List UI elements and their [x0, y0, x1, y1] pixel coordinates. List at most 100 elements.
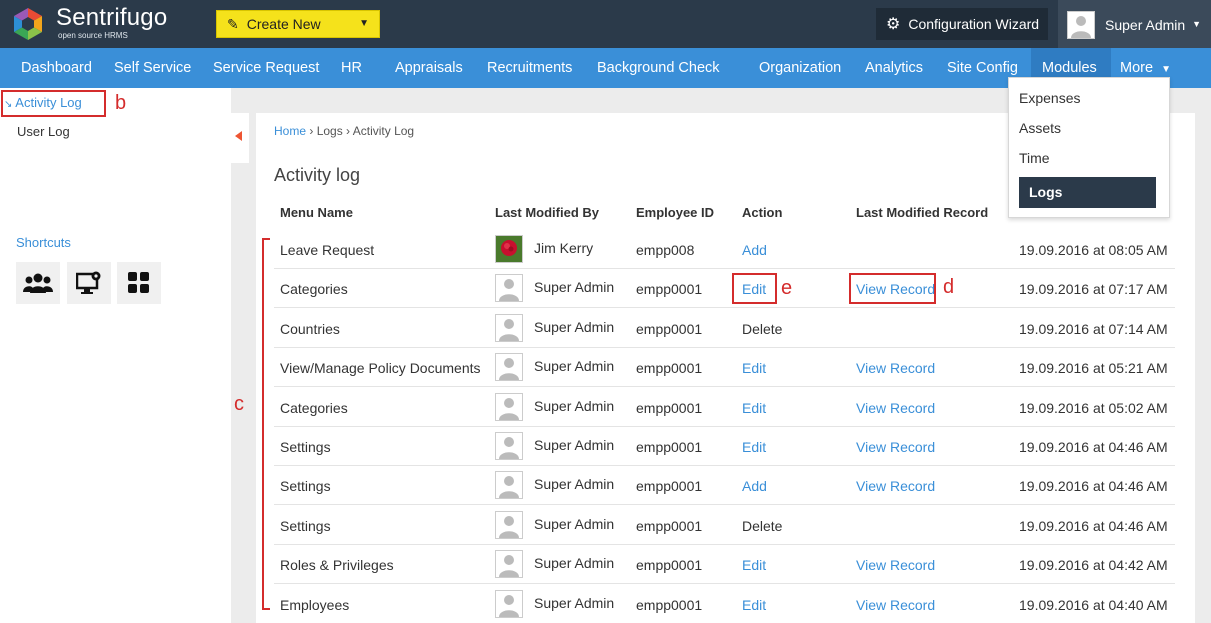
nav-appraisals[interactable]: Appraisals: [395, 48, 463, 88]
configuration-wizard-button[interactable]: ⚙ Configuration Wizard: [876, 8, 1048, 40]
breadcrumb-home[interactable]: Home: [274, 124, 306, 138]
column-header-employee-id[interactable]: Employee ID: [636, 205, 714, 220]
table-row: Settings Super Admin empp0001 Add View Recor…: [274, 466, 1175, 506]
user-avatar: [495, 471, 523, 500]
user-silhouette-icon: [496, 393, 522, 420]
view-record-link[interactable]: View Record: [856, 557, 935, 573]
user-avatar: [495, 432, 523, 460]
view-record-link[interactable]: View Record: [856, 400, 935, 416]
menu-item-expenses[interactable]: Expenses: [1019, 90, 1080, 106]
user-silhouette-icon: [496, 511, 522, 538]
breadcrumb-separator: ›: [342, 124, 353, 138]
cell-employee-id: empp008: [636, 242, 695, 258]
table-row: View/Manage Policy Documents Super Admin e…: [274, 348, 1175, 388]
nav-self-service[interactable]: Self Service: [114, 48, 191, 88]
user-avatar: [495, 510, 523, 539]
table-row: Countries Super Admin empp0001 Delete 19.09.…: [274, 309, 1175, 348]
cell-last-modified-by: Jim Kerry: [534, 240, 594, 256]
nav-organization[interactable]: Organization: [759, 48, 841, 88]
cell-action[interactable]: Add: [742, 242, 767, 258]
menu-item-assets[interactable]: Assets: [1019, 120, 1061, 136]
users-group-icon: [23, 273, 53, 293]
create-new-button[interactable]: ✎ Create New ▼: [216, 10, 380, 38]
cell-last-modified-by: Super Admin: [534, 476, 615, 493]
cell-date: 19.09.2016 at 04:42 AM: [1019, 557, 1168, 574]
user-silhouette-icon: [1068, 12, 1094, 38]
cell-action[interactable]: Edit: [742, 597, 766, 613]
arrow-left-icon: [235, 131, 242, 141]
user-menu[interactable]: Super Admin ▼: [1058, 0, 1211, 48]
cell-date: 19.09.2016 at 04:46 AM: [1019, 439, 1168, 455]
monitor-settings-icon: [76, 271, 101, 294]
cell-action[interactable]: Add: [742, 478, 767, 494]
cell-employee-id: empp0001: [636, 439, 703, 455]
view-record-link[interactable]: View Record: [856, 478, 935, 494]
cell-action[interactable]: Edit: [742, 360, 766, 376]
table-row: Categories Super Admin empp0001 Edit View Re…: [274, 269, 1175, 309]
user-avatar: [495, 589, 523, 618]
brand-tagline: open source HRMS: [58, 31, 128, 40]
nav-recruitments[interactable]: Recruitments: [487, 48, 572, 88]
nav-hr[interactable]: HR: [341, 48, 362, 88]
brand-name: Sentrifugo: [56, 4, 168, 31]
collapse-sidebar-toggle[interactable]: [231, 113, 249, 163]
cell-menu-name: Roles & Privileges: [280, 557, 394, 574]
cell-date: 19.09.2016 at 07:17 AM: [1019, 281, 1168, 298]
cell-menu-name: Settings: [280, 478, 331, 495]
menu-item-logs[interactable]: Logs: [1019, 177, 1156, 208]
cell-action[interactable]: Edit: [742, 439, 766, 455]
nav-dashboard[interactable]: Dashboard: [21, 48, 92, 88]
breadcrumb-logs[interactable]: Logs: [317, 124, 343, 138]
grid-icon: [128, 272, 149, 293]
column-header-action[interactable]: Action: [742, 205, 782, 220]
annotation-label-d: d: [943, 276, 955, 298]
nav-more-label: More: [1120, 60, 1154, 76]
caret-down-icon: ▼: [1192, 19, 1201, 29]
view-record-link[interactable]: View Record: [856, 360, 935, 376]
cell-last-modified-by: Super Admin: [534, 437, 615, 453]
cell-menu-name: Countries: [280, 320, 340, 337]
cell-menu-name: Settings: [280, 517, 331, 534]
nav-analytics[interactable]: Analytics: [865, 48, 923, 88]
cell-action: Delete: [742, 320, 783, 337]
user-silhouette-icon: [496, 590, 522, 617]
cell-last-modified-by: Super Admin: [534, 358, 615, 375]
view-record-link[interactable]: View Record: [856, 439, 935, 455]
shortcut-settings-button[interactable]: [67, 262, 111, 304]
cell-employee-id: empp0001: [636, 478, 703, 495]
user-avatar: [495, 550, 523, 579]
cell-last-modified-by: Super Admin: [534, 555, 615, 572]
cell-employee-id: empp0001: [636, 281, 703, 298]
user-silhouette-icon: [496, 472, 522, 499]
column-header-menu-name[interactable]: Menu Name: [280, 205, 353, 220]
shortcut-modules-button[interactable]: [117, 262, 161, 304]
top-bar: Sentrifugo open source HRMS ✎ Create New…: [0, 0, 1211, 48]
user-silhouette-icon: [496, 275, 522, 302]
annotation-label-e: e: [781, 277, 793, 299]
cell-action[interactable]: Edit: [742, 400, 766, 416]
nav-service-request[interactable]: Service Request: [213, 48, 319, 88]
cell-last-modified-by: Super Admin: [534, 594, 615, 611]
view-record-link[interactable]: View Record: [856, 597, 935, 613]
shortcut-employees-button[interactable]: [16, 262, 60, 304]
cell-action: Delete: [742, 517, 783, 534]
cell-last-modified-by: Super Admin: [534, 279, 615, 296]
nav-background-check[interactable]: Background Check: [597, 48, 720, 88]
column-header-last-modified-by[interactable]: Last Modified By: [495, 205, 599, 220]
user-photo: [495, 235, 523, 263]
user-avatar: [495, 353, 523, 382]
table-row: Settings Super Admin empp0001 Edit View Reco…: [274, 427, 1175, 466]
user-silhouette-icon: [496, 433, 522, 459]
sentrifugo-logo-icon: [14, 8, 42, 40]
create-new-label: Create New: [246, 16, 321, 32]
user-avatar: [495, 392, 523, 421]
breadcrumb-separator: ›: [306, 124, 317, 138]
cell-action[interactable]: Edit: [742, 557, 766, 573]
user-silhouette-icon: [496, 354, 522, 381]
sidebar-item-user-log[interactable]: User Log: [17, 124, 70, 139]
column-header-last-modified-record[interactable]: Last Modified Record: [856, 205, 988, 220]
cell-date: 19.09.2016 at 05:02 AM: [1019, 399, 1168, 416]
cell-menu-name: Leave Request: [280, 242, 375, 258]
cell-date: 19.09.2016 at 04:46 AM: [1019, 478, 1168, 495]
menu-item-time[interactable]: Time: [1019, 150, 1050, 166]
